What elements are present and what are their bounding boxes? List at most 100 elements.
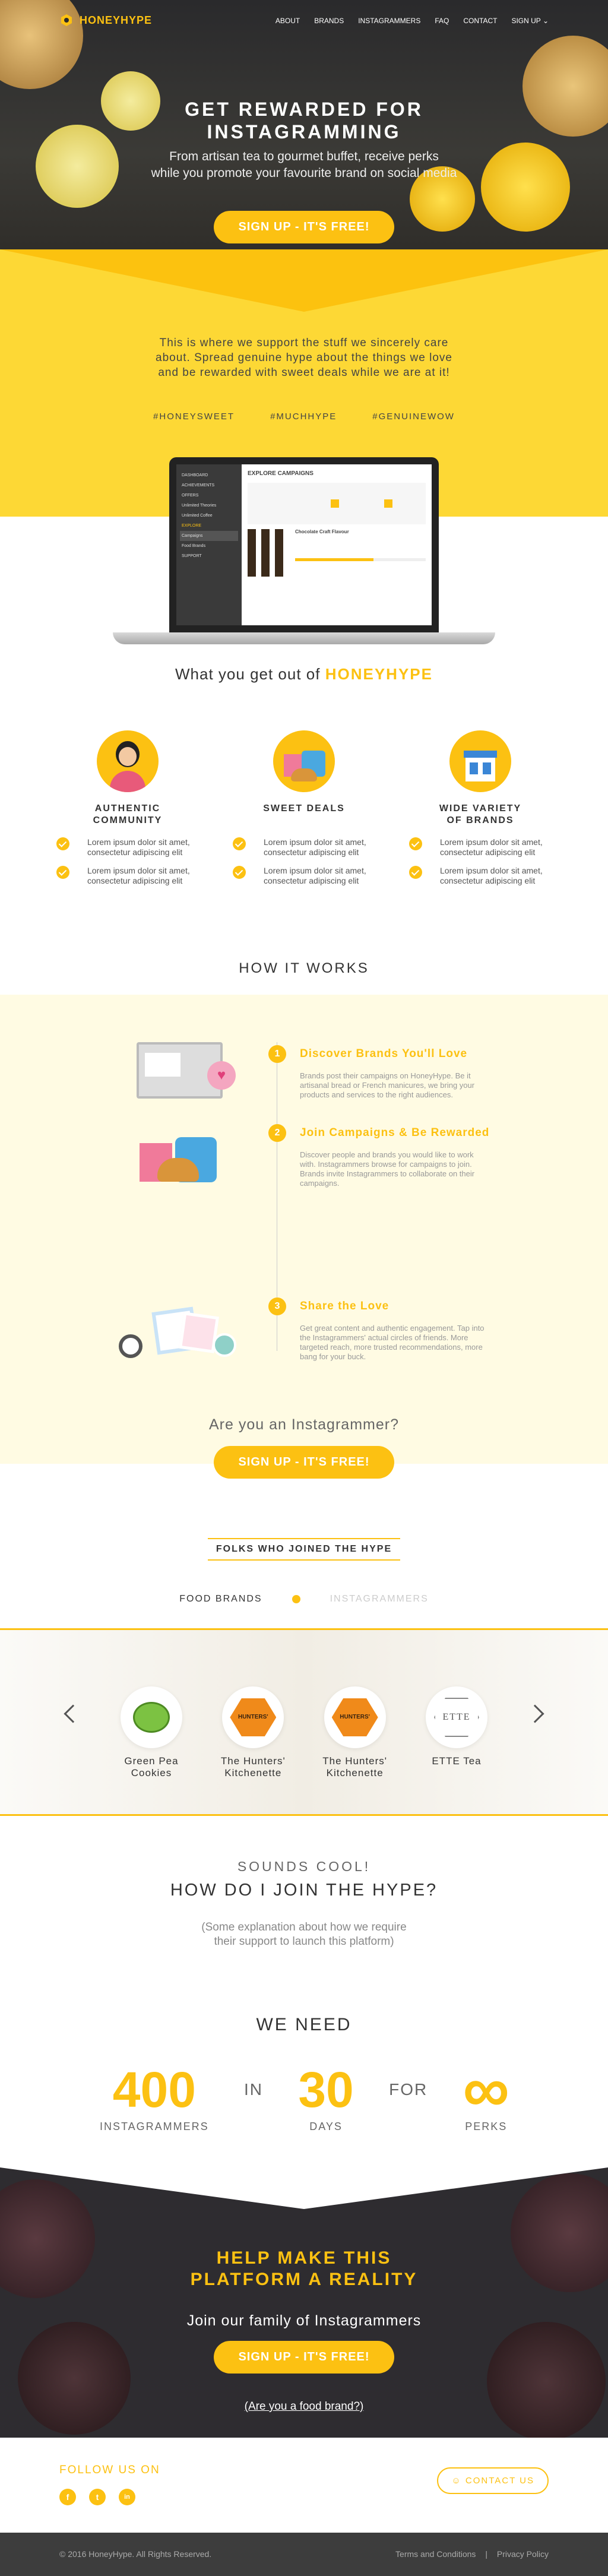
join-subtitle-line: (Some explanation about how we require xyxy=(201,1921,407,1933)
hero-title: GET REWARDED FOR INSTAGRAMMING xyxy=(0,98,608,143)
chevron-left-icon[interactable] xyxy=(64,1704,83,1723)
twitter-icon[interactable]: t xyxy=(89,2489,106,2505)
benefit-point: Lorem ipsum dolor sit amet, consectetur … xyxy=(56,866,199,886)
step-title: Discover Brands You'll Love xyxy=(300,1048,468,1060)
food-brand-link[interactable]: (Are you a food brand?) xyxy=(0,2400,608,2413)
stat-perks: ∞ PERKS xyxy=(463,2057,509,2133)
laptop-screen: DASHBOARD ACHIEVEMENTS OFFERS Unlimited … xyxy=(169,457,439,632)
nav-menu: ABOUT BRANDS INSTAGRAMMERS FAQ CONTACT S… xyxy=(276,17,549,25)
logo[interactable]: HONEYHYPE xyxy=(59,13,152,27)
check-icon xyxy=(233,866,246,879)
tab-toggle-dot[interactable] xyxy=(292,1595,300,1603)
tab-food-brands[interactable]: FOOD BRANDS xyxy=(179,1594,262,1605)
benefit-point-text: Lorem ipsum dolor sit amet, consectetur … xyxy=(264,866,366,885)
photos-illustration xyxy=(119,1306,238,1363)
nav-faq[interactable]: FAQ xyxy=(435,17,449,25)
hero-signup-button[interactable]: SIGN UP - IT'S FREE! xyxy=(214,211,394,243)
facebook-icon[interactable]: f xyxy=(59,2489,76,2505)
brand-card[interactable]: HUNTERS' The Hunters' Kitchenette xyxy=(311,1686,400,1779)
check-icon xyxy=(233,837,246,850)
app-sidebar: DASHBOARD ACHIEVEMENTS OFFERS Unlimited … xyxy=(176,464,242,625)
brand-name: The Hunters' xyxy=(322,1755,388,1767)
cta-signup-button[interactable]: SIGN UP - IT'S FREE! xyxy=(214,2341,394,2374)
hashtag-list: #HONEYSWEET #MUCHHYPE #GENUINEWOW xyxy=(0,412,608,422)
brand-name: Kitchenette xyxy=(224,1767,282,1778)
nav-signup[interactable]: SIGN UP ⌄ xyxy=(511,17,549,25)
brand-card[interactable]: ETTE ETTE Tea xyxy=(412,1686,501,1779)
linkedin-icon[interactable]: in xyxy=(119,2489,135,2505)
benefits-title: What you get out of HONEYHYPE xyxy=(0,665,608,683)
how-signup-button[interactable]: SIGN UP - IT'S FREE! xyxy=(214,1446,394,1479)
benefit-title-line: COMMUNITY xyxy=(93,815,163,825)
hero-section: HONEYHYPE ABOUT BRANDS INSTAGRAMMERS FAQ… xyxy=(0,0,608,255)
benefit-point: Lorem ipsum dolor sit amet, consectetur … xyxy=(56,837,199,857)
hashtag: #MUCHHYPE xyxy=(270,412,337,422)
laptop-base xyxy=(113,632,495,644)
chat-icon: ☺ xyxy=(451,2476,462,2486)
join-title: HOW DO I JOIN THE HYPE? xyxy=(170,1881,438,1900)
nav-brands[interactable]: BRANDS xyxy=(314,17,344,25)
terms-link[interactable]: Terms and Conditions xyxy=(395,2549,476,2559)
sidebar-item: OFFERS xyxy=(182,493,199,498)
nav-about[interactable]: ABOUT xyxy=(276,17,300,25)
community-icon xyxy=(97,730,159,792)
benefit-point: Lorem ipsum dolor sit amet, consectetur … xyxy=(409,866,552,886)
nav-instagrammers[interactable]: INSTAGRAMMERS xyxy=(358,17,420,25)
join-kicker: SOUNDS COOL! xyxy=(237,1859,371,1874)
benefit-point: Lorem ipsum dolor sit amet, consectetur … xyxy=(233,866,375,886)
brand-name: The Hunters' xyxy=(220,1755,286,1767)
brand-logo-text: HUNTERS' xyxy=(331,1698,378,1736)
contact-button[interactable]: ☺ CONTACT US xyxy=(437,2467,549,2494)
we-need-title: WE NEED xyxy=(256,2015,352,2034)
product-title: Chocolate Craft Flavour xyxy=(295,529,349,534)
honeycomb-icon xyxy=(61,14,72,26)
how-it-works-section: ♥ 1 Discover Brands You'll Love Brands p… xyxy=(0,995,608,1479)
sidebar-item: EXPLORE xyxy=(182,524,202,528)
chevron-down-icon: ⌄ xyxy=(542,17,549,25)
stat-label: INSTAGRAMMERS xyxy=(100,2121,209,2132)
nav-contact[interactable]: CONTACT xyxy=(463,17,497,25)
filter-chip xyxy=(384,499,392,508)
section-divider xyxy=(0,249,608,312)
footer: FOLLOW US ON f t in ☺ CONTACT US xyxy=(0,2438,608,2533)
app-heading: EXPLORE CAMPAIGNS xyxy=(248,470,314,477)
tab-instagrammers[interactable]: INSTAGRAMMERS xyxy=(330,1594,429,1605)
stat-joiner: IN xyxy=(244,2080,264,2099)
browser-illustration: ♥ xyxy=(137,1042,236,1099)
benefit-title-line: WIDE VARIETY xyxy=(439,803,522,814)
brand-name: Kitchenette xyxy=(326,1767,384,1778)
follow-label: FOLLOW US ON xyxy=(59,2464,160,2476)
brand-logo xyxy=(121,1686,182,1748)
contact-label: CONTACT US xyxy=(465,2476,534,2486)
chevron-right-icon[interactable] xyxy=(525,1704,544,1723)
legal-links: Terms and Conditions | Privacy Policy xyxy=(395,2549,549,2559)
benefit-point-text: Lorem ipsum dolor sit amet, consectetur … xyxy=(440,866,543,885)
check-icon xyxy=(56,837,69,850)
join-subtitle-line: their support to launch this platform) xyxy=(214,1935,394,1948)
benefit-point-text: Lorem ipsum dolor sit amet, consectetur … xyxy=(87,866,190,885)
benefit-point-text: Lorem ipsum dolor sit amet, consectetur … xyxy=(264,837,366,857)
cupcake-decoration xyxy=(487,2322,606,2438)
step-number: 1 xyxy=(268,1045,286,1063)
sidebar-item: Food Brands xyxy=(182,544,206,548)
brand-card[interactable]: HUNTERS' The Hunters' Kitchenette xyxy=(208,1686,297,1779)
app-main: EXPLORE CAMPAIGNS Chocolate Craft Flavou… xyxy=(242,464,432,625)
join-section: SOUNDS COOL! HOW DO I JOIN THE HYPE? (So… xyxy=(0,1859,608,1949)
benefit-column: WIDE VARIETY OF BRANDS Lorem ipsum dolor … xyxy=(409,730,552,886)
app-filters xyxy=(248,483,426,524)
privacy-link[interactable]: Privacy Policy xyxy=(497,2549,549,2559)
stat-value: 400 xyxy=(112,2062,196,2118)
sidebar-item: Unlimited Theories xyxy=(182,504,217,508)
benefit-point-text: Lorem ipsum dolor sit amet, consectetur … xyxy=(87,837,190,857)
globe-icon xyxy=(213,1333,236,1357)
cta-title: HELP MAKE THIS PLATFORM A REALITY xyxy=(0,2248,608,2290)
cta-subtitle: Join our family of Instagrammers xyxy=(186,2312,422,2329)
brand-name: Green Pea xyxy=(124,1755,179,1767)
brand-card[interactable]: Green Pea Cookies xyxy=(107,1686,196,1779)
brand-logo-text: HUNTERS' xyxy=(230,1698,277,1736)
stat-label: DAYS xyxy=(309,2121,343,2132)
benefit-column: AUTHENTIC COMMUNITY Lorem ipsum dolor sit… xyxy=(56,730,199,886)
folks-tabs: FOOD BRANDS INSTAGRAMMERS xyxy=(0,1594,608,1605)
progress-bar xyxy=(295,558,426,561)
brand-name: Cookies xyxy=(131,1767,172,1778)
